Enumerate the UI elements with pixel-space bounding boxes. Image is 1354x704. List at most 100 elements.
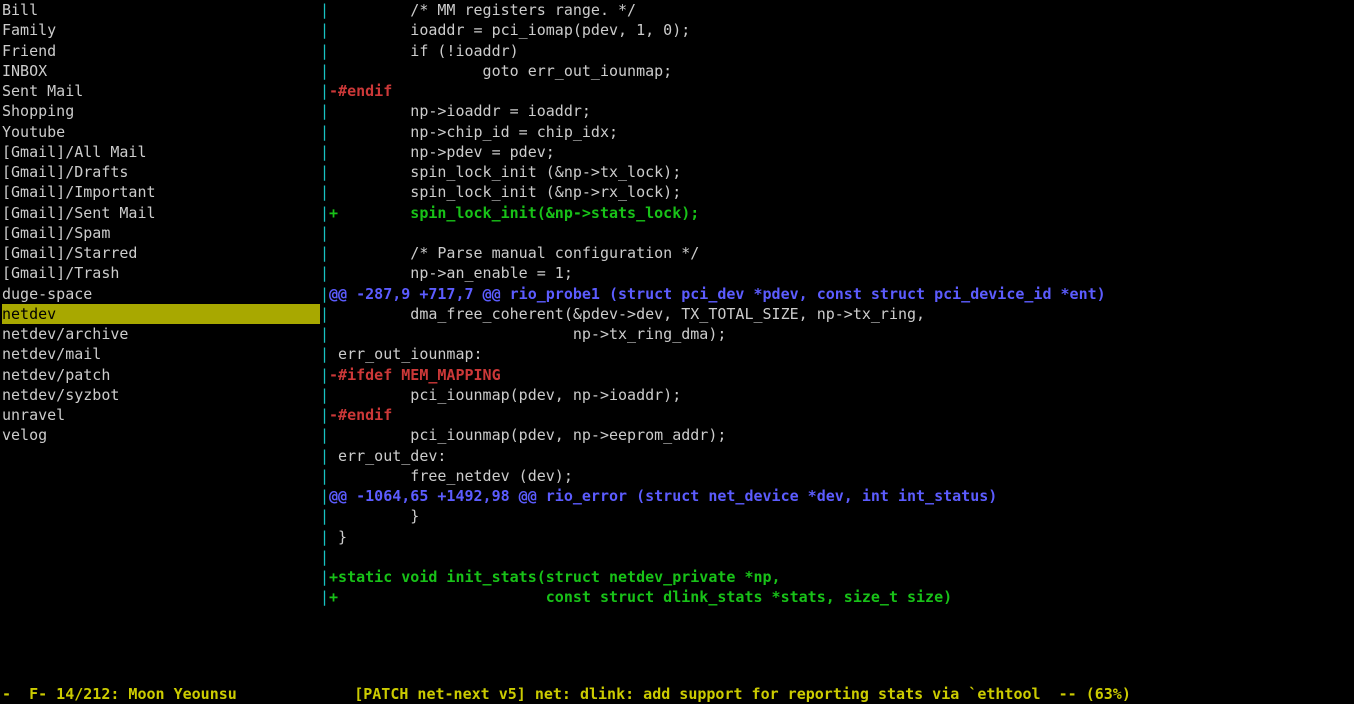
diff-text: @@ -1064,65 +1492,98 @@ rio_error (struc… (329, 487, 997, 505)
diff-line: | (320, 547, 1354, 567)
pane-separator: | (320, 163, 329, 181)
pane-separator: | (320, 345, 329, 363)
diff-text: ioaddr = pci_iomap(pdev, 1, 0); (329, 21, 690, 39)
diff-line: |-#ifdef MEM_MAPPING (320, 365, 1354, 385)
diff-line: | goto err_out_iounmap; (320, 61, 1354, 81)
diff-text: np->an_enable = 1; (329, 264, 573, 282)
sidebar-item-velog[interactable]: velog (2, 425, 320, 445)
sidebar-item--gmail-spam[interactable]: [Gmail]/Spam (2, 223, 320, 243)
diff-text: /* MM registers range. */ (329, 1, 636, 19)
sidebar-item-bill[interactable]: Bill (2, 0, 320, 20)
pane-separator: | (320, 507, 329, 525)
diff-text: np->tx_ring_dma); (329, 325, 726, 343)
diff-text: -#endif (329, 82, 392, 100)
diff-line: |-#endif (320, 405, 1354, 425)
diff-text: dma_free_coherent(&pdev->dev, TX_TOTAL_S… (329, 305, 925, 323)
pane-separator: | (320, 21, 329, 39)
diff-text: free_netdev (dev); (329, 467, 573, 485)
pane-separator: | (320, 426, 329, 444)
pane-separator: | (320, 386, 329, 404)
diff-line: | spin_lock_init (&np->rx_lock); (320, 182, 1354, 202)
diff-line: |-#endif (320, 81, 1354, 101)
diff-text: spin_lock_init (&np->tx_lock); (329, 163, 681, 181)
sidebar-item-netdev[interactable]: netdev (2, 304, 320, 324)
diff-text: } (329, 507, 419, 525)
diff-line: | np->tx_ring_dma); (320, 324, 1354, 344)
diff-text: pci_iounmap(pdev, np->ioaddr); (329, 386, 681, 404)
status-bar: - F- 14/212: Moon Yeounsu [PATCH net-nex… (0, 684, 1354, 704)
pane-separator: | (320, 528, 329, 546)
diff-text: @@ -287,9 +717,7 @@ rio_probe1 (struct p… (329, 285, 1106, 303)
sidebar-item-netdev-archive[interactable]: netdev/archive (2, 324, 320, 344)
pane-separator: | (320, 406, 329, 424)
pane-separator: | (320, 204, 329, 222)
sidebar-item--gmail-all-mail[interactable]: [Gmail]/All Mail (2, 142, 320, 162)
diff-line: | np->chip_id = chip_idx; (320, 122, 1354, 142)
diff-line: | if (!ioaddr) (320, 41, 1354, 61)
pane-separator: | (320, 305, 329, 323)
sidebar-item--gmail-trash[interactable]: [Gmail]/Trash (2, 263, 320, 283)
sidebar-item--gmail-drafts[interactable]: [Gmail]/Drafts (2, 162, 320, 182)
diff-text: if (!ioaddr) (329, 42, 519, 60)
sidebar-item-youtube[interactable]: Youtube (2, 122, 320, 142)
sidebar-item--gmail-sent-mail[interactable]: [Gmail]/Sent Mail (2, 203, 320, 223)
diff-text: +static void init_stats(struct netdev_pr… (329, 568, 781, 586)
diff-line: | pci_iounmap(pdev, np->ioaddr); (320, 385, 1354, 405)
diff-line: | spin_lock_init (&np->tx_lock); (320, 162, 1354, 182)
sidebar-item-netdev-mail[interactable]: netdev/mail (2, 344, 320, 364)
diff-line: | err_out_iounmap: (320, 344, 1354, 364)
pane-separator: | (320, 62, 329, 80)
pane-separator: | (320, 325, 329, 343)
sidebar-item-inbox[interactable]: INBOX (2, 61, 320, 81)
pane-separator: | (320, 1, 329, 19)
pane-separator: | (320, 264, 329, 282)
pane-separator: | (320, 123, 329, 141)
app-layout: BillFamilyFriendINBOXSent MailShoppingYo… (0, 0, 1354, 682)
diff-line: | (320, 223, 1354, 243)
pane-separator: | (320, 568, 329, 586)
diff-line: | /* Parse manual configuration */ (320, 243, 1354, 263)
diff-text: np->ioaddr = ioaddr; (329, 102, 591, 120)
diff-line: |+ spin_lock_init(&np->stats_lock); (320, 203, 1354, 223)
sidebar-item--gmail-important[interactable]: [Gmail]/Important (2, 182, 320, 202)
pane-separator: | (320, 366, 329, 384)
diff-line: |+ const struct dlink_stats *stats, size… (320, 587, 1354, 607)
sidebar-item-shopping[interactable]: Shopping (2, 101, 320, 121)
pane-separator: | (320, 588, 329, 606)
sidebar-item-friend[interactable]: Friend (2, 41, 320, 61)
pane-separator: | (320, 224, 329, 242)
pane-separator: | (320, 447, 329, 465)
sidebar-item-netdev-syzbot[interactable]: netdev/syzbot (2, 385, 320, 405)
pane-separator: | (320, 183, 329, 201)
diff-line: | np->ioaddr = ioaddr; (320, 101, 1354, 121)
diff-line: |+static void init_stats(struct netdev_p… (320, 567, 1354, 587)
message-pane[interactable]: | /* MM registers range. */| ioaddr = pc… (320, 0, 1354, 682)
diff-text: pci_iounmap(pdev, np->eeprom_addr); (329, 426, 726, 444)
diff-line: | err_out_dev: (320, 446, 1354, 466)
diff-line: | } (320, 506, 1354, 526)
diff-text: + const struct dlink_stats *stats, size_… (329, 588, 952, 606)
diff-text: } (329, 528, 347, 546)
diff-line: | free_netdev (dev); (320, 466, 1354, 486)
sidebar-item-netdev-patch[interactable]: netdev/patch (2, 365, 320, 385)
diff-text: err_out_iounmap: (329, 345, 483, 363)
diff-text: -#endif (329, 406, 392, 424)
pane-separator: | (320, 143, 329, 161)
diff-text: np->pdev = pdev; (329, 143, 555, 161)
diff-line: | dma_free_coherent(&pdev->dev, TX_TOTAL… (320, 304, 1354, 324)
sidebar-item-family[interactable]: Family (2, 20, 320, 40)
diff-line: |@@ -287,9 +717,7 @@ rio_probe1 (struct … (320, 284, 1354, 304)
diff-text: -#ifdef MEM_MAPPING (329, 366, 501, 384)
pane-separator: | (320, 548, 329, 566)
diff-text: /* Parse manual configuration */ (329, 244, 699, 262)
sidebar-item-unravel[interactable]: unravel (2, 405, 320, 425)
diff-text: err_out_dev: (329, 447, 446, 465)
diff-line: | np->pdev = pdev; (320, 142, 1354, 162)
pane-separator: | (320, 244, 329, 262)
sidebar-item--gmail-starred[interactable]: [Gmail]/Starred (2, 243, 320, 263)
diff-text: + spin_lock_init(&np->stats_lock); (329, 204, 699, 222)
diff-line: | ioaddr = pci_iomap(pdev, 1, 0); (320, 20, 1354, 40)
sidebar-item-sent-mail[interactable]: Sent Mail (2, 81, 320, 101)
diff-text: np->chip_id = chip_idx; (329, 123, 618, 141)
sidebar-item-duge-space[interactable]: duge-space (2, 284, 320, 304)
